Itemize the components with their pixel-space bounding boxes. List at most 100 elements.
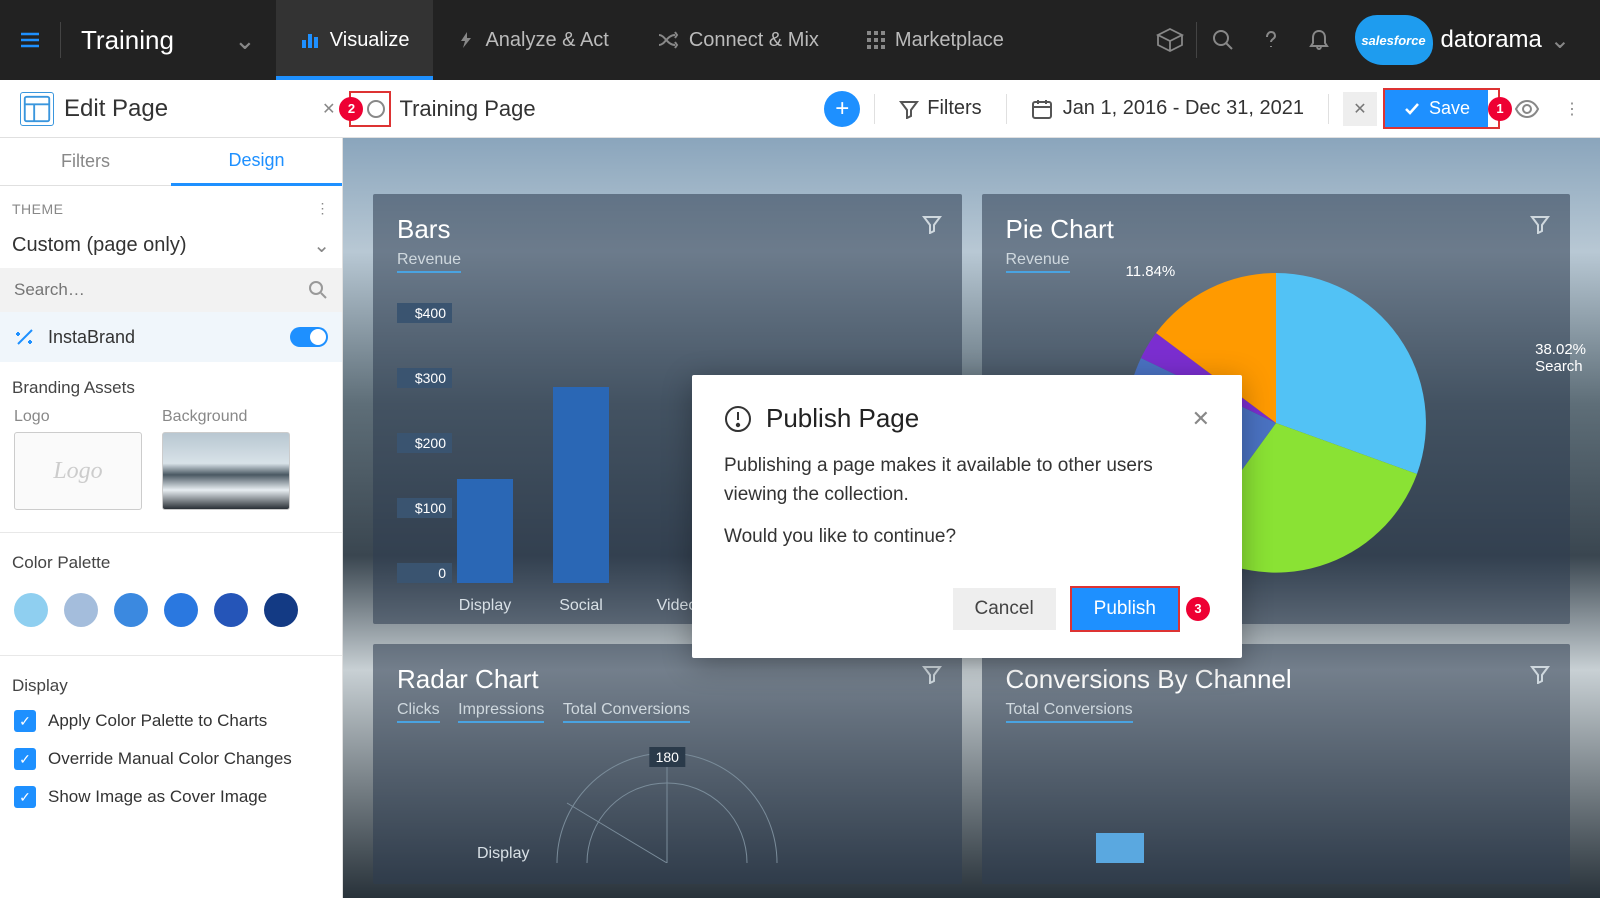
tab-marketplace[interactable]: Marketplace: [843, 0, 1028, 80]
close-icon[interactable]: ✕: [1192, 406, 1210, 432]
theme-header: THEME ⋮: [0, 186, 342, 223]
modal-title: Publish Page: [766, 403, 919, 434]
page-title: Training Page: [399, 96, 535, 122]
modal-text: Publishing a page makes it available to …: [724, 452, 1210, 509]
bell-icon[interactable]: [1297, 18, 1341, 62]
tab-label: Visualize: [330, 29, 410, 52]
modal-body: Publishing a page makes it available to …: [724, 452, 1210, 552]
tab-label: Marketplace: [895, 29, 1004, 52]
date-range[interactable]: Jan 1, 2016 - Dec 31, 2021: [1021, 97, 1314, 120]
preview-button[interactable]: [1506, 99, 1548, 119]
salesforce-logo: salesforce: [1355, 15, 1433, 65]
tab-connect[interactable]: Connect & Mix: [633, 0, 843, 80]
eye-icon: [1514, 99, 1540, 119]
search-input[interactable]: [14, 280, 308, 300]
color-swatch[interactable]: [214, 593, 248, 627]
branding-assets-header: Branding Assets: [0, 362, 342, 404]
tab-visualize[interactable]: Visualize: [276, 0, 434, 80]
widget-filter-icon[interactable]: [922, 214, 942, 234]
widget-measure: Impressions: [458, 701, 544, 723]
widget-title: Bars: [397, 214, 938, 245]
widget-radar[interactable]: Radar Chart Clicks Impressions Total Con…: [373, 644, 962, 884]
instabrand-toggle[interactable]: [290, 327, 328, 347]
widget-measure: Revenue: [397, 251, 461, 273]
save-button[interactable]: Save: [1385, 90, 1488, 127]
radar-axis-label: Display: [477, 845, 529, 863]
more-icon[interactable]: ⋮: [1554, 99, 1590, 119]
color-swatch[interactable]: [14, 593, 48, 627]
more-icon[interactable]: ⋮: [316, 200, 331, 217]
menu-icon[interactable]: [0, 28, 60, 52]
widget-filter-icon[interactable]: [1530, 664, 1550, 684]
brand-name: datorama: [1441, 26, 1542, 54]
check-apply-palette[interactable]: ✓ Apply Color Palette to Charts: [0, 702, 342, 740]
widget-filter-icon[interactable]: [922, 664, 942, 684]
tab-analyze[interactable]: Analyze & Act: [433, 0, 632, 80]
grid-icon: [867, 31, 885, 49]
workspace-selector[interactable]: Training ⌄: [61, 25, 276, 56]
funnel-icon: [899, 99, 919, 119]
theme-value: Custom (page only): [12, 234, 187, 257]
tab-label: Analyze & Act: [485, 29, 608, 52]
y-tick: $400: [397, 303, 452, 323]
color-swatch[interactable]: [164, 593, 198, 627]
widget-title: Pie Chart: [1006, 214, 1547, 245]
top-nav: Training ⌄ Visualize Analyze & Act Conne…: [0, 0, 1600, 80]
widget-title: Radar Chart: [397, 664, 938, 695]
pie-label: 11.84%: [1126, 263, 1176, 280]
calendar-icon: [1031, 98, 1053, 120]
instabrand-row: InstaBrand: [0, 312, 342, 362]
revert-button[interactable]: ✕: [1343, 92, 1377, 126]
checkbox-icon: ✓: [14, 710, 36, 732]
check-show-cover[interactable]: ✓ Show Image as Cover Image: [0, 778, 342, 816]
y-tick: $300: [397, 368, 452, 388]
theme-search[interactable]: [0, 268, 342, 312]
chevron-down-icon[interactable]: ⌄: [1550, 26, 1570, 55]
background-thumbnail[interactable]: [162, 432, 290, 510]
checkbox-icon: ✓: [14, 748, 36, 770]
tab-label: Connect & Mix: [689, 29, 819, 52]
search-icon: [308, 280, 328, 300]
color-swatch[interactable]: [264, 593, 298, 627]
checkbox-icon: ✓: [14, 786, 36, 808]
divider: [0, 532, 342, 533]
theme-selector[interactable]: Custom (page only) ⌄: [0, 223, 342, 268]
color-palette-header: Color Palette: [0, 537, 342, 579]
radar-tick: 180: [650, 747, 685, 767]
bars-icon: [300, 30, 320, 50]
tab-filters[interactable]: Filters: [0, 138, 171, 186]
theme-header-label: THEME: [12, 201, 64, 217]
page-status-indicator[interactable]: 2: [349, 91, 391, 127]
check-override-colors[interactable]: ✓ Override Manual Color Changes: [0, 740, 342, 778]
divider: [1328, 94, 1329, 124]
nav-icons: salesforce datorama ⌄: [1148, 15, 1600, 65]
tab-design[interactable]: Design: [171, 138, 342, 186]
color-swatch[interactable]: [64, 593, 98, 627]
widget-title: Conversions By Channel: [1006, 664, 1547, 695]
brand: salesforce datorama ⌄: [1345, 15, 1581, 65]
sidebar: Filters Design THEME ⋮ Custom (page only…: [0, 138, 343, 898]
widget-measure: Total Conversions: [563, 701, 690, 723]
help-icon[interactable]: [1249, 18, 1293, 62]
widget-measure: Revenue: [1006, 251, 1070, 273]
color-swatch[interactable]: [114, 593, 148, 627]
publish-modal: Publish Page ✕ Publishing a page makes i…: [692, 375, 1242, 658]
search-icon[interactable]: [1201, 18, 1245, 62]
alert-icon: [724, 405, 752, 433]
logo-placeholder[interactable]: Logo: [14, 432, 142, 510]
instabrand-label: InstaBrand: [48, 327, 135, 348]
nav-tabs: Visualize Analyze & Act Connect & Mix Ma…: [276, 0, 1028, 80]
widget-measure: Total Conversions: [1006, 701, 1133, 723]
publish-button[interactable]: Publish: [1070, 586, 1180, 632]
pie-label: 38.02% Search: [1535, 341, 1586, 375]
widget-filter-icon[interactable]: [1530, 214, 1550, 234]
filters-button[interactable]: Filters: [889, 97, 991, 120]
cancel-button[interactable]: Cancel: [953, 588, 1056, 630]
modal-header: Publish Page ✕: [724, 403, 1210, 434]
cube-icon[interactable]: [1148, 18, 1192, 62]
widget-conversions[interactable]: Conversions By Channel Total Conversions: [982, 644, 1571, 884]
color-palette: [0, 579, 342, 651]
add-button[interactable]: +: [824, 91, 860, 127]
sparkle-icon: [14, 326, 36, 348]
divider: [1196, 22, 1197, 58]
